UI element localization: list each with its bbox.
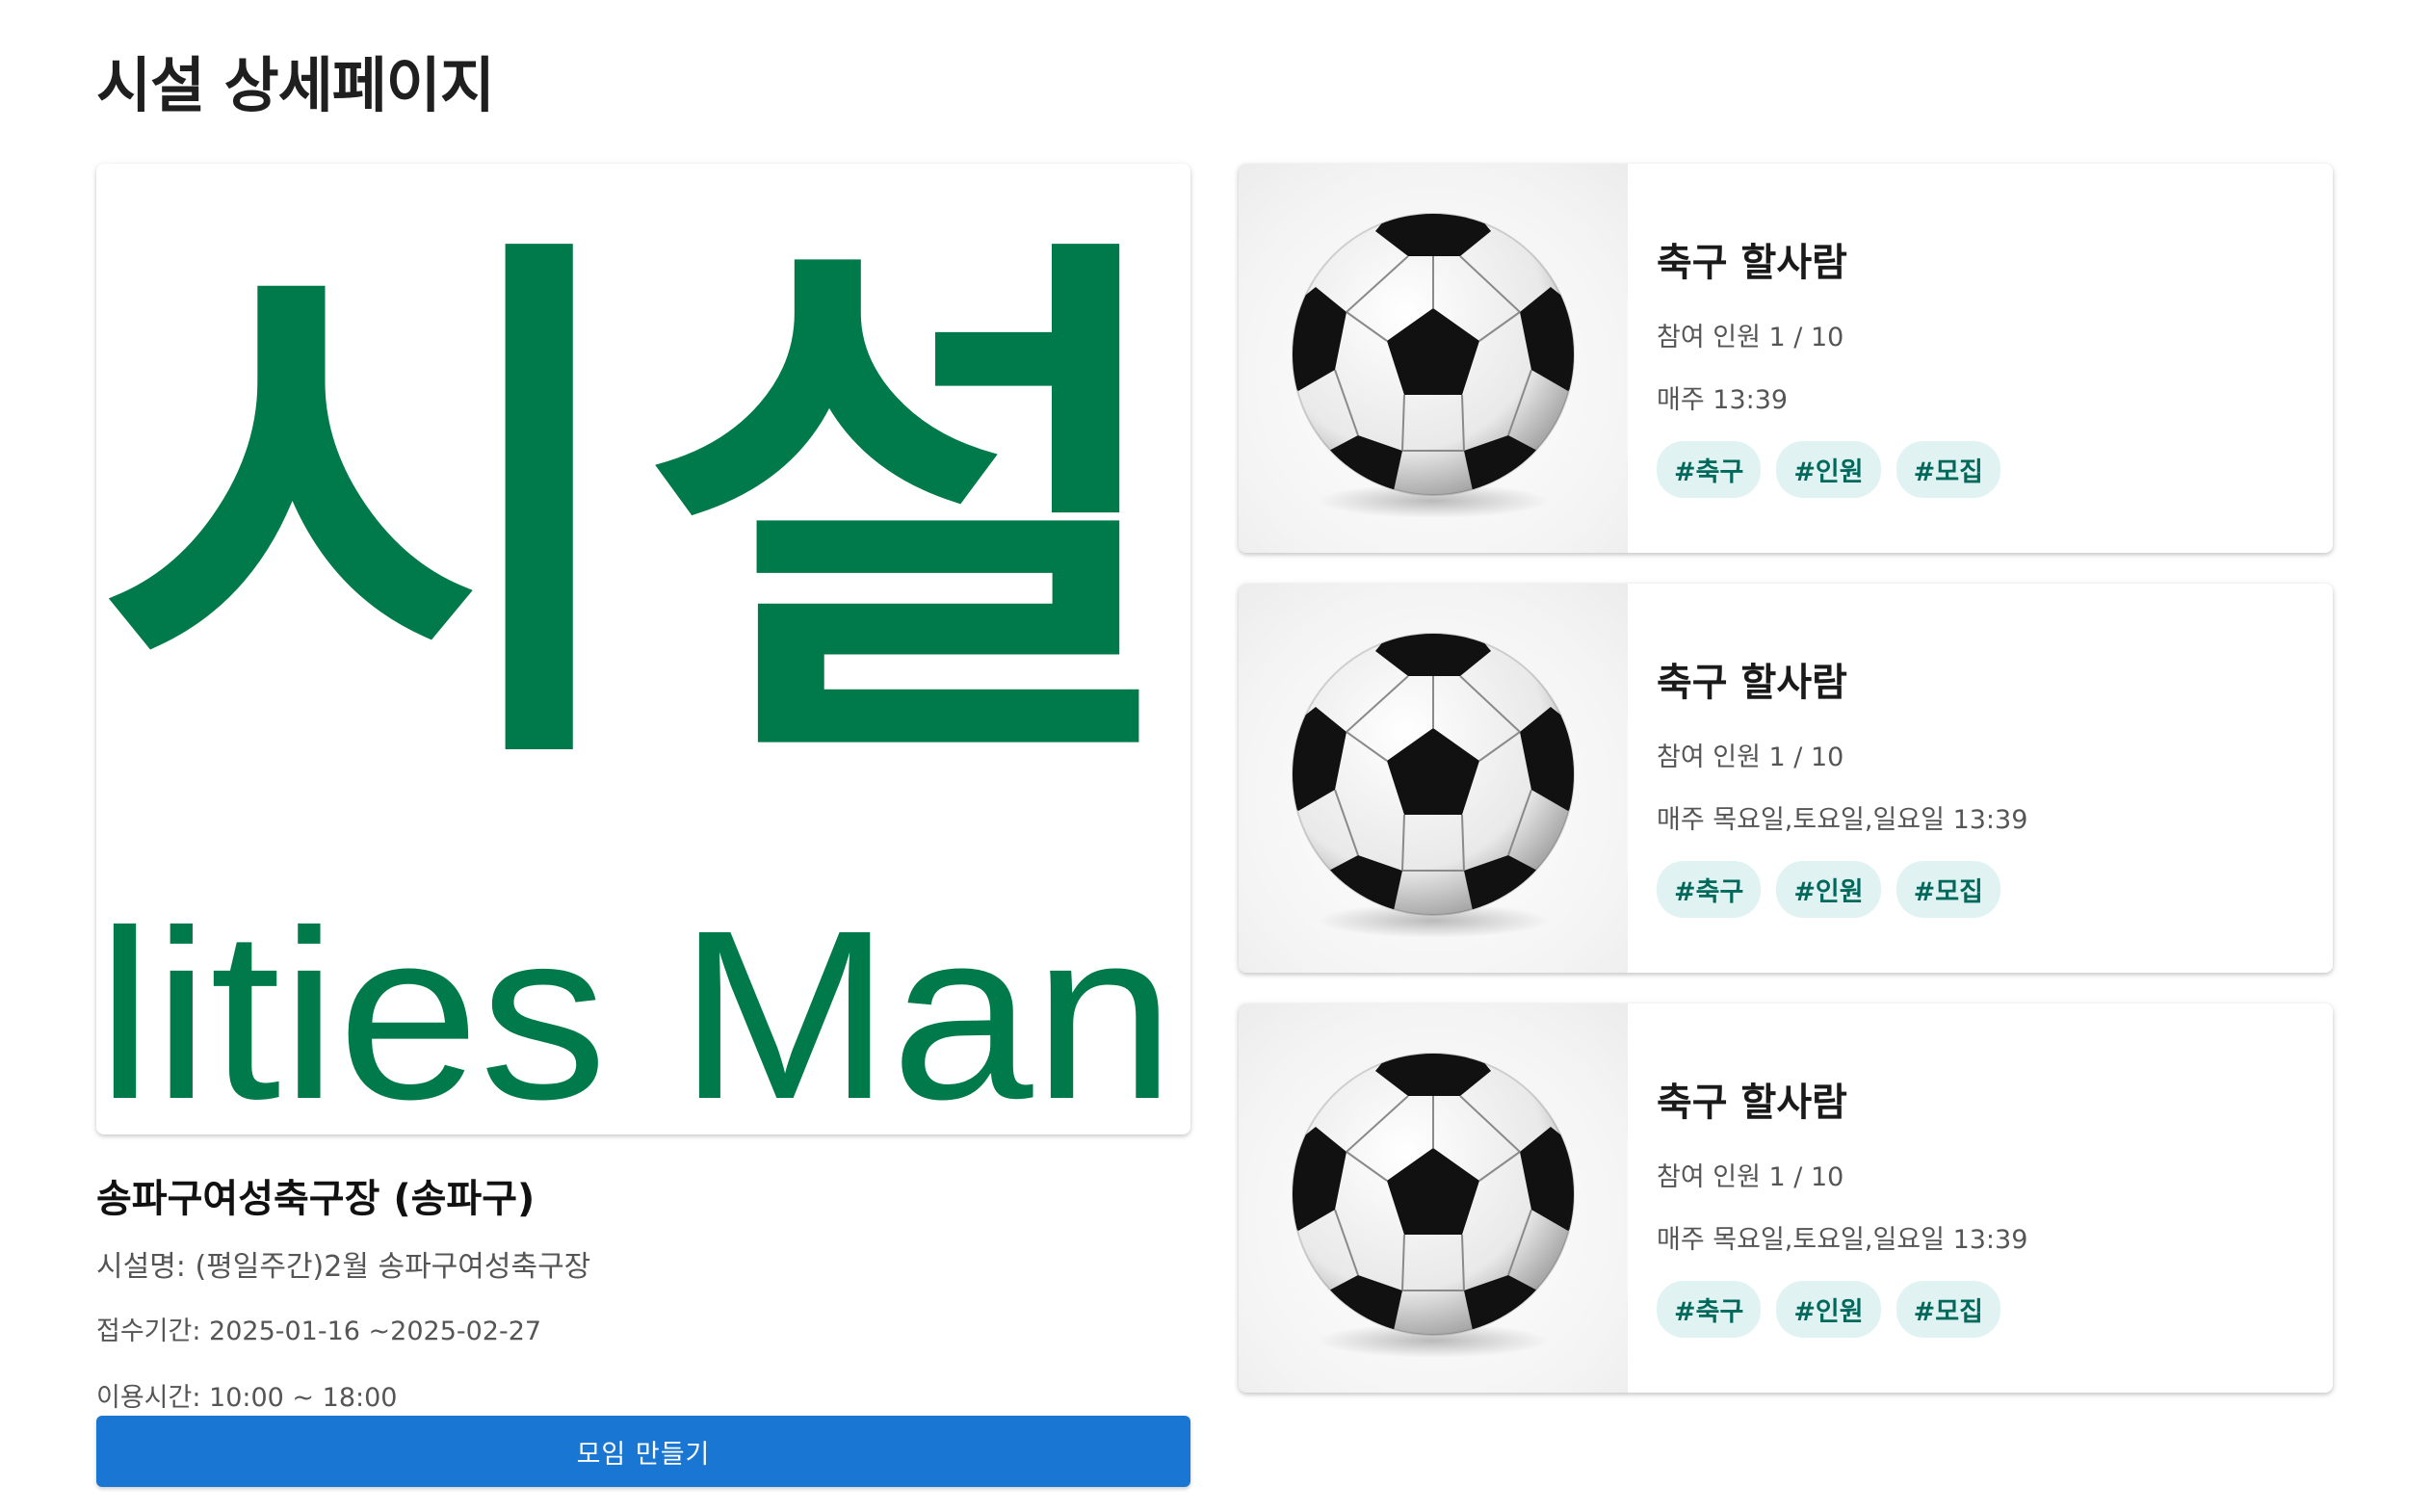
tag-chip[interactable]: #인원 (1776, 861, 1881, 918)
meeting-schedule: 매주 목요일,토요일,일요일 13:39 (1657, 805, 2028, 835)
meeting-title: 축구 할사람 (1657, 1081, 1847, 1125)
tag-chip[interactable]: #인원 (1776, 441, 1881, 498)
tag-list: #축구 #인원 #모집 (1657, 861, 2294, 918)
tag-chip[interactable]: #모집 (1895, 1281, 2000, 1338)
meeting-participants: 참여 인원 1 / 10 (1657, 1162, 1844, 1192)
logo-text-bottom: lities Man (96, 880, 1175, 1134)
usage-time: 이용시간: 10:00 ~ 18:00 (96, 1383, 398, 1413)
meeting-list: 축구 할사람 참여 인원 1 / 10 매주 13:39 #축구 #인원 #모집… (1239, 164, 2333, 1423)
soccer-ball-image (1239, 584, 1628, 973)
page-title: 시설 상세페이지 (96, 50, 495, 120)
facility-info: 송파구여성축구장 (송파구) 시설명: (평일주간)2월 송파구여성축구장 접수… (96, 1167, 1190, 1443)
meeting-title: 축구 할사람 (1657, 241, 1847, 285)
facility-name-line: 시설명: (평일주간)2월 송파구여성축구장 (96, 1250, 591, 1284)
meeting-schedule: 매주 13:39 (1657, 385, 1789, 415)
meeting-participants: 참여 인원 1 / 10 (1657, 743, 1844, 772)
meeting-participants: 참여 인원 1 / 10 (1657, 323, 1844, 352)
meeting-card[interactable]: 축구 할사람 참여 인원 1 / 10 매주 13:39 #축구 #인원 #모집 (1239, 164, 2333, 553)
reception-period: 접수기간: 2025-01-16 ~2025-02-27 (96, 1316, 542, 1346)
tag-chip[interactable]: #축구 (1657, 861, 1762, 918)
soccer-ball-image (1239, 1004, 1628, 1393)
tag-chip[interactable]: #인원 (1776, 1281, 1881, 1338)
facility-image: 시설 lities Man (96, 164, 1190, 1134)
logo-text-top: 시설 (96, 210, 1185, 813)
facility-title: 송파구여성축구장 (송파구) (96, 1177, 536, 1221)
tag-list: #축구 #인원 #모집 (1657, 441, 2294, 498)
meeting-schedule: 매주 목요일,토요일,일요일 13:39 (1657, 1225, 2028, 1255)
meeting-card[interactable]: 축구 할사람 참여 인원 1 / 10 매주 목요일,토요일,일요일 13:39… (1239, 584, 2333, 973)
meeting-title: 축구 할사람 (1657, 661, 1847, 705)
tag-chip[interactable]: #축구 (1657, 1281, 1762, 1338)
tag-chip[interactable]: #모집 (1895, 861, 2000, 918)
tag-list: #축구 #인원 #모집 (1657, 1281, 2294, 1338)
facility-detail-page: 시설 상세페이지 시설 lities Man 송파구여성축구장 (송파구) 시설… (0, 0, 2431, 1512)
create-meeting-button[interactable]: 모임 만들기 (96, 1416, 1190, 1487)
soccer-ball-image (1239, 164, 1628, 553)
meeting-card[interactable]: 축구 할사람 참여 인원 1 / 10 매주 목요일,토요일,일요일 13:39… (1239, 1004, 2333, 1393)
tag-chip[interactable]: #모집 (1895, 441, 2000, 498)
tag-chip[interactable]: #축구 (1657, 441, 1762, 498)
